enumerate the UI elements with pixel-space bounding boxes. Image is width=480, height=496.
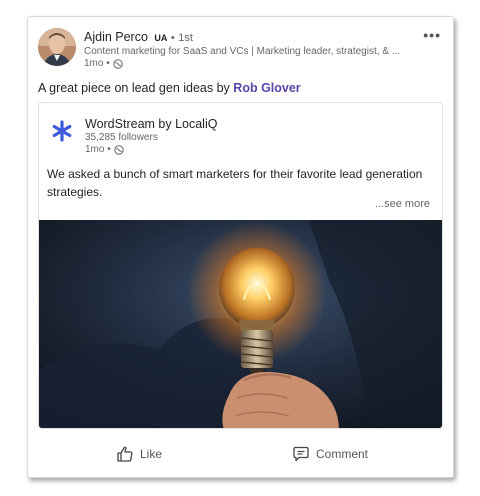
see-more-link[interactable]: ...see more — [375, 198, 430, 210]
wordstream-logo-icon[interactable] — [51, 120, 73, 142]
shared-time-label: 1mo • — [85, 144, 111, 155]
company-followers: 35,285 followers — [85, 132, 158, 143]
connection-degree: 1st — [178, 32, 193, 44]
shared-post-time: 1mo • — [85, 144, 124, 155]
company-name[interactable]: WordStream by LocaliQ — [85, 117, 217, 131]
like-label: Like — [140, 447, 163, 461]
shared-post[interactable]: WordStream by LocaliQ 35,285 followers 1… — [38, 102, 443, 429]
post-time-label: 1mo • — [84, 58, 110, 69]
like-thumb-icon — [117, 446, 133, 462]
globe-icon — [113, 58, 123, 69]
mention-link[interactable]: Rob Glover — [233, 81, 300, 95]
comment-bubble-icon — [293, 446, 309, 462]
more-options-icon[interactable]: ••• — [423, 27, 441, 43]
separator-dot: • — [170, 32, 175, 44]
comment-label: Comment — [316, 447, 369, 461]
author-badge: UA — [154, 33, 168, 43]
post-text-body: A great piece on lead gen ideas by — [38, 81, 234, 95]
author-headline: Content marketing for SaaS and VCs | Mar… — [84, 46, 401, 57]
globe-icon — [114, 144, 124, 155]
author-name-line: Ajdin Perco UA • 1st — [84, 30, 193, 44]
author-avatar[interactable] — [38, 28, 76, 66]
post-text: A great piece on lead gen ideas by Rob G… — [38, 81, 301, 95]
lightbulb-image[interactable] — [39, 220, 442, 428]
author-name[interactable]: Ajdin Perco — [84, 30, 148, 44]
like-button[interactable]: Like — [116, 445, 162, 463]
post-card: Ajdin Perco UA • 1st Content marketing f… — [27, 16, 454, 478]
shared-post-text: We asked a bunch of smart marketers for … — [47, 167, 423, 199]
comment-button[interactable]: Comment — [292, 445, 368, 463]
post-time: 1mo • — [84, 58, 123, 69]
post-actions: Like Comment — [28, 445, 453, 471]
